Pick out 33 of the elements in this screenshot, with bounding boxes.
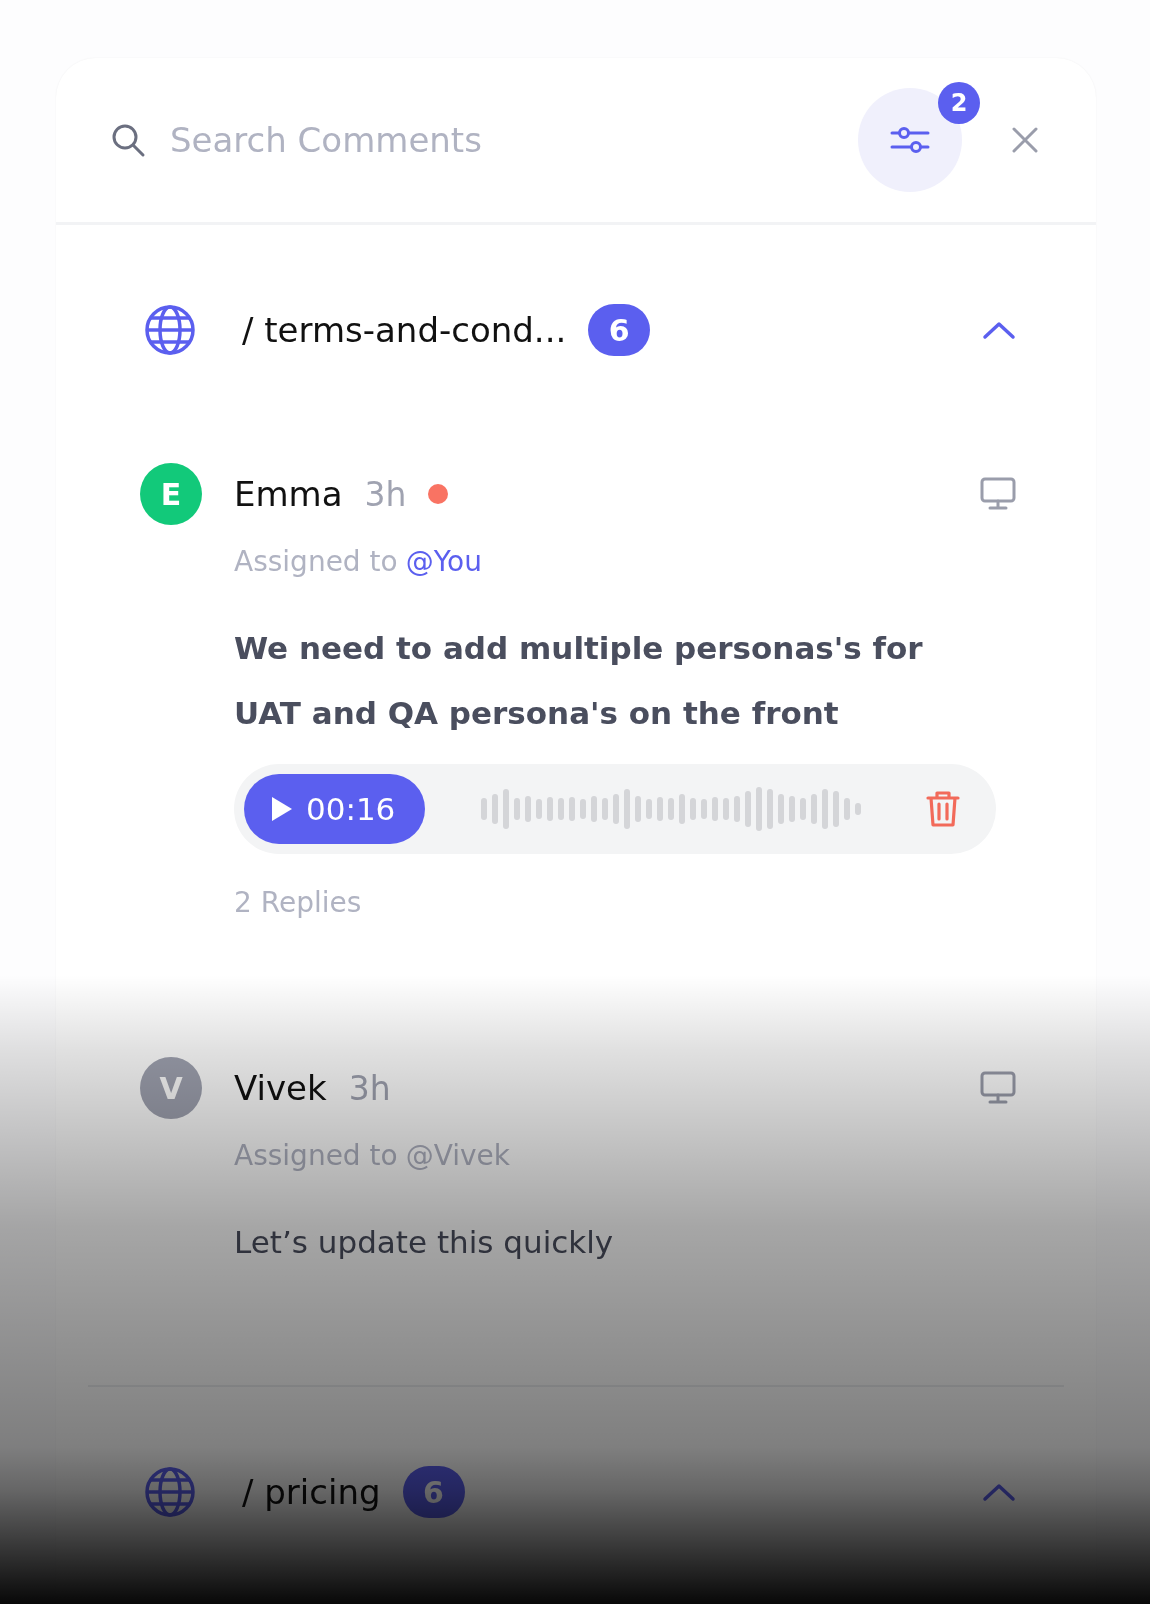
comment-text: We need to add multiple personas's for UAT and QA persona's on the front — [234, 629, 924, 733]
play-icon — [270, 795, 294, 823]
globe-icon — [144, 304, 196, 356]
search-icon — [110, 122, 146, 158]
monitor-icon — [980, 477, 1016, 511]
delete-button[interactable] — [926, 790, 960, 828]
unread-dot — [428, 484, 449, 504]
avatar: E — [140, 463, 202, 525]
page-path: / terms-and-cond... — [242, 310, 567, 350]
monitor-icon — [980, 1071, 1016, 1105]
author-name: Emma — [234, 474, 343, 514]
comment-text: Let’s update this quickly — [234, 1223, 614, 1262]
trash-icon — [926, 790, 960, 828]
collapse-button[interactable] — [982, 1482, 1016, 1502]
avatar: V — [140, 1057, 202, 1119]
mention-link[interactable]: @You — [405, 545, 482, 578]
filter-count-badge: 2 — [938, 82, 980, 124]
assigned-label: Assigned to — [234, 545, 398, 578]
search-field[interactable]: Search Comments — [168, 119, 858, 161]
chevron-icon — [982, 320, 1016, 340]
author-name: Vivek — [234, 1068, 327, 1108]
comment-time: 3h — [364, 474, 407, 514]
play-button[interactable]: 00:16 — [244, 774, 426, 844]
comment-count-badge: 6 — [402, 1466, 465, 1518]
close-icon — [1010, 125, 1040, 155]
assigned-label: Assigned to — [234, 1139, 398, 1172]
comment-count-badge: 6 — [588, 304, 651, 356]
comment-time: 3h — [348, 1068, 391, 1108]
close-button[interactable] — [1010, 125, 1040, 155]
chevron-icon — [982, 1482, 1016, 1502]
globe-icon — [144, 1466, 196, 1518]
page-path: / pricing — [242, 1472, 381, 1512]
collapse-button[interactable] — [982, 320, 1016, 340]
